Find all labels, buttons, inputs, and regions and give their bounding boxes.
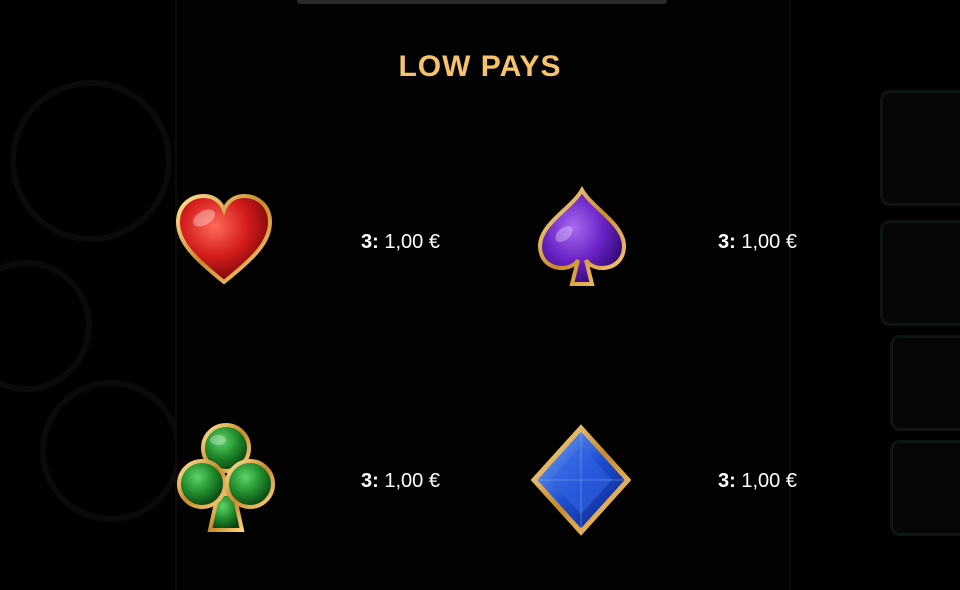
payout-value: 1,00 €	[384, 231, 440, 253]
spade-symbol	[532, 185, 632, 290]
heart-symbol	[174, 190, 274, 290]
heart-icon	[175, 193, 273, 285]
backdrop-plaque	[890, 335, 960, 431]
backdrop-plaque	[890, 440, 960, 536]
backdrop-chip-ring	[0, 260, 92, 392]
spade-payout: 3: 1,00 €	[718, 231, 797, 254]
club-icon	[177, 423, 275, 532]
diamond-payout: 3: 1,00 €	[718, 470, 797, 493]
payout-count: 3:	[361, 470, 379, 492]
payout-count: 3:	[361, 231, 379, 253]
club-symbol	[176, 420, 276, 538]
payout-value: 1,00 €	[741, 231, 797, 253]
payout-count: 3:	[718, 231, 736, 253]
spade-icon	[537, 185, 627, 286]
payout-value: 1,00 €	[384, 470, 440, 492]
payout-value: 1,00 €	[741, 470, 797, 492]
heart-payout: 3: 1,00 €	[361, 231, 440, 254]
payout-count: 3:	[718, 470, 736, 492]
club-payout: 3: 1,00 €	[361, 470, 440, 493]
page-title: LOW PAYS	[398, 50, 562, 83]
backdrop-chip-ring	[40, 380, 182, 522]
backdrop-chip-ring	[10, 80, 172, 242]
diamond-symbol	[528, 424, 634, 536]
backdrop-plaque	[880, 220, 960, 326]
backdrop-plaque	[880, 90, 960, 206]
diamond-icon	[530, 424, 632, 536]
top-handle-bar[interactable]	[297, 0, 667, 4]
